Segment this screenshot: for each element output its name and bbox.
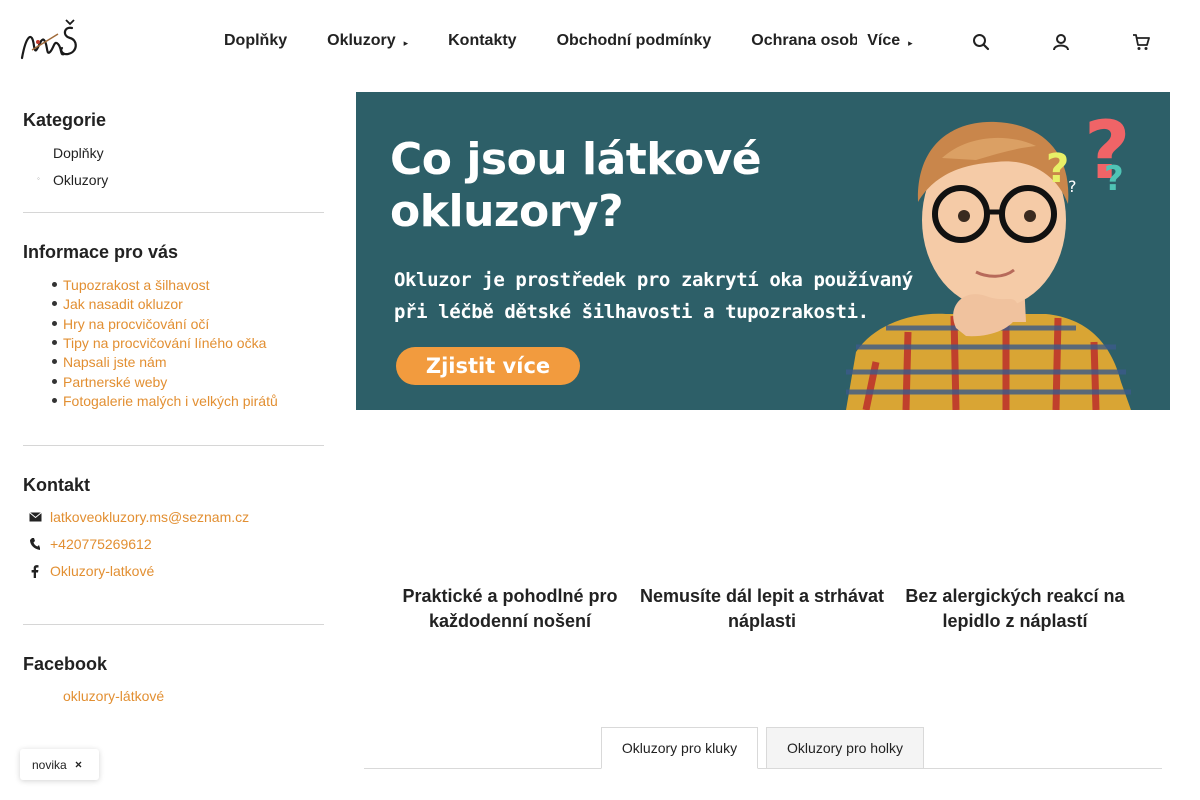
- facebook-contact-link[interactable]: Okluzory-latkové: [50, 563, 154, 579]
- categories-heading: Kategorie: [23, 110, 107, 130]
- category-item-doplnky[interactable]: Doplňky: [53, 145, 104, 161]
- main-nav: Doplňky Okluzory ▸ Kontakty Obchodní podm…: [224, 30, 913, 52]
- nav-label: Více: [867, 32, 901, 49]
- phone-icon: [20, 538, 50, 550]
- info-link[interactable]: Tupozrakost a šilhavost: [63, 277, 210, 293]
- feature-line: lepidlo z náplastí: [942, 611, 1088, 631]
- feature-line: náplasti: [727, 611, 797, 631]
- feature-line: každodenní nošení: [428, 611, 592, 631]
- banner-title-line: okluzory?: [390, 186, 624, 237]
- nav-item-vice[interactable]: Více ▸: [867, 32, 912, 50]
- chevron-right-icon: ▸: [908, 37, 913, 48]
- bullet-icon: [52, 282, 57, 287]
- nav-item-kontakty[interactable]: Kontakty: [448, 32, 516, 50]
- chevron-right-icon: ▸: [403, 37, 409, 48]
- info-link[interactable]: Fotogalerie malých i velkých pirátů: [63, 393, 278, 409]
- bullet-icon: [52, 340, 57, 345]
- info-link[interactable]: Jak nasadit okluzor: [63, 296, 183, 312]
- nav-label: Kontakty: [448, 32, 517, 49]
- bullet-icon: [52, 301, 57, 306]
- user-icon[interactable]: [1051, 32, 1071, 52]
- bullet-icon: [52, 321, 57, 326]
- divider: [23, 624, 324, 625]
- banner-text: Okluzor je prostředek pro zakrytí oka po…: [394, 264, 913, 328]
- contact-facebook: Okluzory-latkové: [23, 563, 154, 579]
- feature-line: Nemusíte dál lepit a strhávat: [639, 586, 885, 606]
- feature-line: Praktické a pohodlné pro: [402, 586, 618, 606]
- nav-item-okluzory[interactable]: Okluzory ▸: [327, 32, 408, 50]
- site-header: Doplňky Okluzory ▸ Kontakty Obchodní podm…: [0, 0, 1200, 84]
- bullet-icon: [52, 398, 57, 403]
- hero-banner[interactable]: Co jsou látkové okluzory? Okluzor je pro…: [356, 92, 1170, 410]
- feature-text: Bez alergických reakcí na lepidlo z nápl…: [890, 584, 1140, 634]
- nav-item-obchodni-podminky[interactable]: Obchodní podmínky: [557, 32, 712, 50]
- nav-item-ochrana-osobnich-udaju[interactable]: Ochrana osob: [751, 32, 857, 50]
- banner-title: Co jsou látkové okluzory?: [390, 134, 762, 238]
- boy-illustration: ? ? ? ?: [846, 104, 1131, 410]
- facebook-heading: Facebook: [23, 654, 108, 674]
- nav-item-doplnky[interactable]: Doplňky: [224, 32, 287, 50]
- search-icon[interactable]: [971, 32, 991, 52]
- divider: [23, 212, 324, 213]
- info-link[interactable]: Partnerské weby: [63, 374, 167, 390]
- bullet-icon: [52, 379, 57, 384]
- phone-link[interactable]: +420775269612: [50, 536, 152, 552]
- envelope-icon: [20, 512, 50, 522]
- banner-text-line: Okluzor je prostředek pro zakrytí oka po…: [394, 269, 913, 291]
- info-link[interactable]: Napsali jste nám: [63, 354, 167, 370]
- info-heading: Informace pro vás: [23, 242, 179, 262]
- nav-label: Doplňky: [224, 32, 288, 49]
- nav-label: Okluzory: [327, 32, 396, 49]
- divider: [23, 445, 324, 446]
- svg-text:?: ?: [1046, 146, 1069, 192]
- feature-text: Nemusíte dál lepit a strhávat náplasti: [637, 584, 887, 634]
- bullet-icon: ◦: [37, 174, 40, 183]
- bullet-icon: [52, 359, 57, 364]
- novika-badge[interactable]: novika: [20, 749, 99, 780]
- contact-heading: Kontakt: [23, 475, 90, 495]
- learn-more-button[interactable]: Zjistit více: [396, 347, 580, 385]
- site-logo[interactable]: [18, 16, 82, 64]
- facebook-icon: [20, 564, 50, 578]
- svg-text:?: ?: [1104, 159, 1124, 199]
- contact-phone: +420775269612: [23, 536, 152, 552]
- tabs-divider: [364, 768, 1162, 769]
- email-link[interactable]: latkoveokluzory.ms@seznam.cz: [50, 509, 249, 525]
- info-link[interactable]: Hry na procvičování očí: [63, 316, 209, 332]
- info-link[interactable]: Tipy na procvičování líného očka: [63, 335, 266, 351]
- banner-title-line: Co jsou látkové: [390, 134, 762, 185]
- category-item-okluzory[interactable]: Okluzory: [53, 172, 108, 188]
- nav-label: Obchodní podmínky: [556, 32, 712, 49]
- contact-email: latkoveokluzory.ms@seznam.cz: [23, 509, 249, 525]
- nav-label: Ochrana osob: [751, 32, 858, 49]
- facebook-page-link[interactable]: okluzory-látkové: [63, 688, 164, 704]
- cart-icon[interactable]: [1131, 32, 1151, 52]
- svg-text:?: ?: [1068, 177, 1077, 196]
- badge-label: novika: [32, 757, 67, 772]
- feature-text: Praktické a pohodlné pro každodenní noše…: [385, 584, 635, 634]
- banner-text-line: při léčbě dětské šilhavosti a tupozrakos…: [394, 301, 869, 323]
- tab-okluzory-pro-holky[interactable]: Okluzory pro holky: [766, 727, 924, 769]
- close-icon[interactable]: [75, 761, 82, 768]
- feature-line: Bez alergických reakcí na: [905, 586, 1125, 606]
- tab-okluzory-pro-kluky[interactable]: Okluzory pro kluky: [601, 727, 758, 769]
